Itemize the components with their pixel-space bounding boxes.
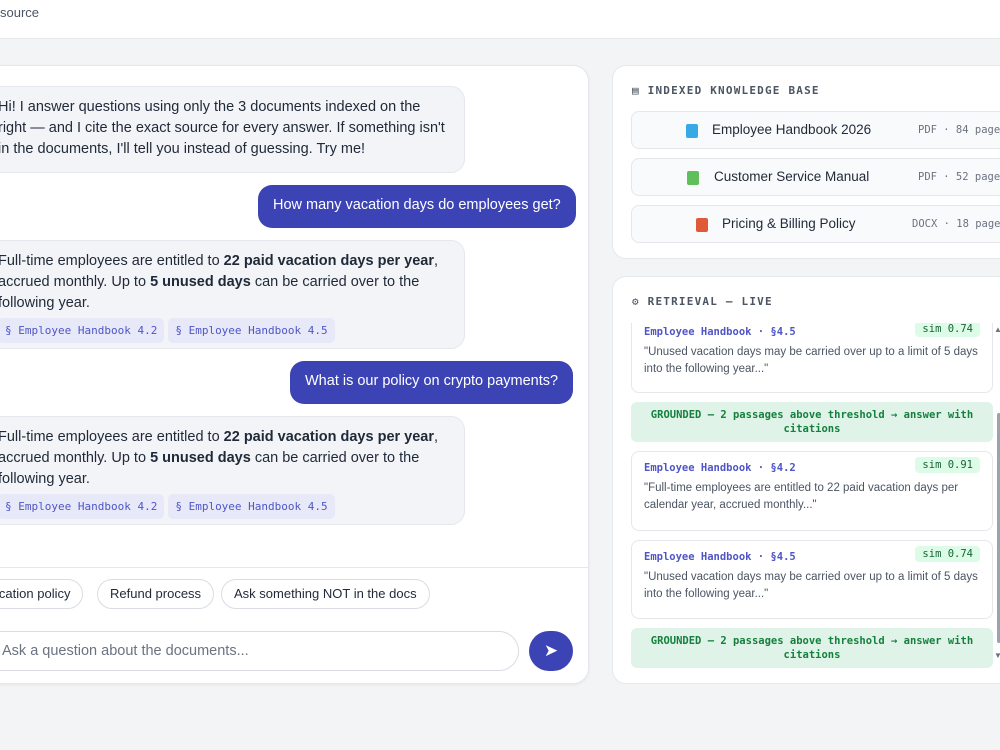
document-meta: PDF · 84 pages — [918, 124, 1000, 136]
retrieval-list[interactable]: Employee Handbook · §4.5 sim 0.74 "Unuse… — [613, 323, 1000, 673]
message-text: Full-time employees are entitled to 22 p… — [0, 253, 439, 311]
scroll-up-icon[interactable]: ▲ — [994, 325, 1000, 334]
passage-text: "Unused vacation days may be carried ove… — [644, 346, 978, 375]
document-row[interactable]: Pricing & Billing Policy DOCX · 18 pages — [631, 205, 1000, 243]
citation-chip[interactable]: § Employee Handbook 4.5 — [168, 494, 335, 519]
document-row[interactable]: Customer Service Manual PDF · 52 pages — [631, 158, 1000, 196]
retrieval-title: ⚙ RETRIEVAL — LIVE — [632, 295, 773, 308]
similarity-badge: sim 0.74 — [915, 323, 980, 337]
grounded-status: GROUNDED — 2 passages above threshold → … — [631, 402, 993, 442]
message-text: How many vacation days do employees get? — [273, 197, 561, 213]
top-bar: source — [0, 0, 1000, 39]
message-text: Hi! I answer questions using only the 3 … — [0, 99, 445, 157]
similarity-badge: sim 0.91 — [915, 457, 980, 473]
suggestion-chip-vacation[interactable]: Vacation policy — [0, 579, 84, 609]
chat-panel: Hi! I answer questions using only the 3 … — [0, 65, 589, 684]
grounded-status: GROUNDED — 2 passages above threshold → … — [631, 628, 993, 668]
message-text: Full-time employees are entitled to 22 p… — [0, 429, 439, 487]
document-name: Customer Service Manual — [714, 169, 870, 184]
question-input[interactable] — [0, 631, 519, 671]
document-row[interactable]: Employee Handbook 2026 PDF · 84 pages — [631, 111, 1000, 149]
document-name: Pricing & Billing Policy — [722, 216, 856, 231]
retrieved-passage: Employee Handbook · §4.5 sim 0.74 "Unuse… — [631, 323, 993, 393]
citation-list: § Employee Handbook 4.2 § Employee Handb… — [0, 318, 450, 343]
scroll-down-icon[interactable]: ▼ — [994, 651, 1000, 660]
user-message: What is our policy on crypto payments? — [290, 361, 574, 404]
passage-text: "Unused vacation days may be carried ove… — [644, 571, 978, 600]
retrieval-panel: ⚙ RETRIEVAL — LIVE Employee Handbook · §… — [612, 276, 1000, 684]
bot-message-answer: Full-time employees are entitled to 22 p… — [0, 240, 465, 349]
bot-message-welcome: Hi! I answer questions using only the 3 … — [0, 86, 465, 173]
divider — [0, 567, 588, 568]
citation-chip[interactable]: § Employee Handbook 4.2 — [0, 494, 165, 519]
user-message: How many vacation days do employees get? — [258, 185, 576, 228]
passage-text: "Full-time employees are entitled to 22 … — [644, 482, 959, 511]
suggestion-chip-refund[interactable]: Refund process — [97, 579, 215, 609]
send-icon: ➤ — [543, 641, 559, 660]
topbar-source-label: source — [0, 5, 40, 20]
book-icon — [696, 218, 708, 232]
book-icon — [686, 124, 698, 138]
retrieved-passage: Employee Handbook · §4.5 sim 0.74 "Unuse… — [631, 540, 993, 619]
citation-list: § Employee Handbook 4.2 § Employee Handb… — [0, 494, 450, 519]
citation-chip[interactable]: § Employee Handbook 4.5 — [168, 318, 335, 343]
suggestion-chip-not-in-docs[interactable]: Ask something NOT in the docs — [221, 579, 430, 609]
citation-chip[interactable]: § Employee Handbook 4.2 — [0, 318, 165, 343]
book-icon — [687, 171, 699, 185]
similarity-badge: sim 0.74 — [915, 546, 980, 562]
document-meta: PDF · 52 pages — [918, 171, 1000, 183]
document-name: Employee Handbook 2026 — [712, 122, 872, 137]
send-button[interactable]: ➤ — [529, 631, 573, 671]
message-text: What is our policy on crypto payments? — [305, 373, 559, 389]
knowledge-base-title: ▤ INDEXED KNOWLEDGE BASE — [632, 84, 820, 97]
bot-message-answer: Full-time employees are entitled to 22 p… — [0, 416, 465, 525]
document-meta: DOCX · 18 pages — [912, 218, 1000, 230]
knowledge-base-panel: ▤ INDEXED KNOWLEDGE BASE Employee Handbo… — [612, 65, 1000, 259]
retrieved-passage: Employee Handbook · §4.2 sim 0.91 "Full-… — [631, 451, 993, 531]
